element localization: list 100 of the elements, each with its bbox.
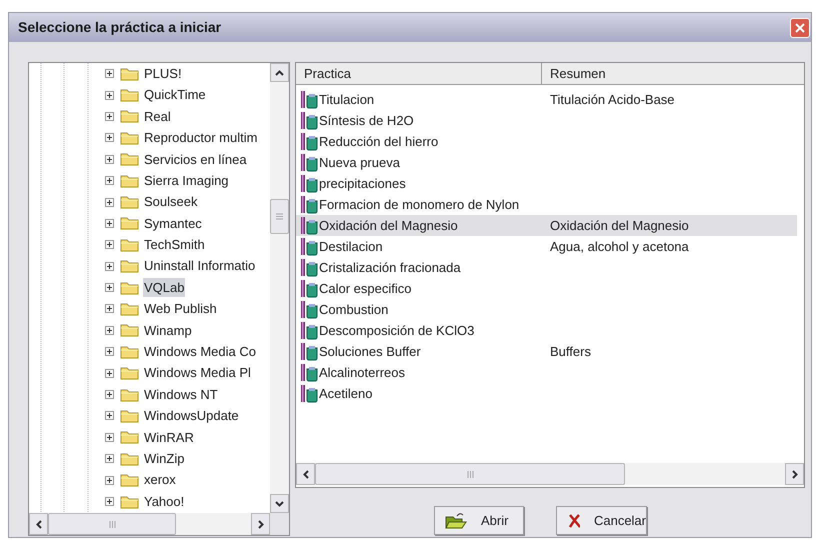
expand-toggle[interactable]: [105, 390, 114, 400]
practice-row[interactable]: Reducción del hierro: [296, 131, 797, 152]
folder-icon: [120, 130, 140, 146]
expand-toggle[interactable]: [105, 326, 114, 335]
open-folder-icon: [445, 512, 467, 530]
folder-item[interactable]: Reproductor multim: [143, 128, 258, 148]
practice-row[interactable]: Soluciones Buffer Buffers: [296, 341, 797, 362]
folder-icon: [120, 472, 140, 488]
expand-toggle[interactable]: [105, 154, 114, 164]
practice-name: Titulacion: [319, 90, 374, 109]
folder-item[interactable]: WinZip: [143, 448, 186, 468]
folder-icon: [120, 494, 140, 510]
practice-row[interactable]: Destilacion Agua, alcohol y acetona: [296, 236, 797, 257]
grip-icon: [108, 520, 116, 528]
folder-icon: [120, 322, 140, 338]
expand-toggle[interactable]: [105, 69, 114, 78]
close-button[interactable]: [790, 18, 810, 38]
plus-icon: [106, 70, 113, 78]
expand-toggle[interactable]: [105, 304, 114, 314]
practice-row[interactable]: Combustion: [296, 299, 797, 320]
column-header[interactable]: Resumen: [542, 63, 804, 84]
folder-item[interactable]: Web Publish: [143, 299, 218, 319]
scrollbar-thumb[interactable]: [48, 513, 176, 535]
practice-name: Síntesis de H2O: [319, 112, 414, 130]
plus-icon: [106, 348, 113, 356]
folder-item[interactable]: QuickTime: [143, 85, 207, 105]
expand-toggle[interactable]: [105, 240, 114, 250]
expand-toggle[interactable]: [105, 90, 114, 100]
practice-name: Calor especifico: [319, 280, 412, 298]
expand-toggle[interactable]: [105, 411, 114, 420]
lab-flask-icon: [299, 321, 319, 340]
plus-icon: [106, 134, 113, 142]
lab-flask-icon: [299, 174, 319, 193]
folder-item[interactable]: xerox: [143, 470, 177, 490]
expand-toggle[interactable]: [105, 198, 114, 207]
scroll-right-button[interactable]: [251, 513, 270, 535]
folder-item[interactable]: Windows Media Co: [143, 342, 257, 362]
expand-toggle[interactable]: [105, 497, 114, 506]
practice-name: Descomposición de KClO3: [319, 322, 474, 340]
expand-toggle[interactable]: [105, 262, 114, 271]
lab-flask-icon: [299, 216, 319, 235]
expand-toggle[interactable]: [105, 283, 114, 292]
folder-item[interactable]: Real: [143, 106, 172, 126]
folder-item[interactable]: Windows NT: [143, 384, 219, 404]
scroll-left-button[interactable]: [296, 463, 315, 485]
scrollbar-thumb[interactable]: [270, 199, 289, 234]
folder-item[interactable]: Windows Media Pl: [143, 363, 252, 383]
column-header[interactable]: Practica: [296, 63, 542, 84]
folder-item[interactable]: Winamp: [143, 320, 193, 340]
practice-summary: Oxidación del Magnesio: [549, 216, 689, 235]
expand-toggle[interactable]: [105, 432, 114, 442]
scroll-right-button[interactable]: [785, 463, 804, 485]
folder-icon: [120, 215, 140, 232]
practice-row[interactable]: Descomposición de KClO3: [296, 320, 797, 341]
folder-item[interactable]: PLUS!: [143, 64, 183, 84]
expand-toggle[interactable]: [105, 176, 114, 186]
lab-flask-icon: [299, 195, 319, 214]
lab-flask-icon: [299, 237, 319, 256]
practice-row[interactable]: Síntesis de H2O: [296, 110, 797, 131]
practice-row[interactable]: Nueva prueva: [296, 152, 797, 173]
expand-toggle[interactable]: [105, 454, 114, 464]
folder-item[interactable]: Uninstall Informatio: [143, 256, 256, 276]
scrollbar-corner: [270, 513, 289, 535]
expand-toggle[interactable]: [105, 133, 114, 142]
plus-icon: [106, 198, 113, 206]
folder-item[interactable]: WinRAR: [143, 428, 195, 448]
scroll-down-button[interactable]: [270, 494, 289, 513]
practice-row[interactable]: Cristalización fracionada: [296, 257, 797, 278]
practice-row[interactable]: Calor especifico: [296, 278, 797, 299]
practice-row[interactable]: Alcalinoterreos: [296, 362, 797, 383]
practice-name: Cristalización fracionada: [319, 258, 461, 277]
folder-item[interactable]: Yahoo!: [143, 492, 186, 512]
expand-toggle[interactable]: [105, 476, 114, 485]
open-button[interactable]: Abrir: [434, 506, 524, 535]
folder-item[interactable]: Soulseek: [143, 192, 198, 212]
folder-item[interactable]: WindowsUpdate: [143, 406, 240, 426]
expand-toggle[interactable]: [105, 218, 114, 228]
plus-icon: [106, 305, 113, 312]
plus-icon: [106, 262, 113, 270]
folder-item[interactable]: Symantec: [143, 214, 203, 234]
folder-icon: [120, 300, 140, 317]
cancel-button[interactable]: Cancelar: [556, 506, 647, 535]
expand-toggle[interactable]: [105, 112, 114, 121]
practice-row[interactable]: Acetileno: [296, 383, 797, 404]
practice-name: Reducción del hierro: [319, 132, 438, 151]
folder-item[interactable]: Servicios en línea: [143, 150, 248, 169]
practice-row[interactable]: Titulacion Titulación Acido-Base: [296, 89, 797, 110]
practice-row[interactable]: precipitaciones: [296, 173, 797, 194]
folder-item[interactable]: TechSmith: [143, 235, 206, 255]
scroll-left-button[interactable]: [29, 513, 48, 535]
folder-icon: [120, 408, 140, 424]
scroll-up-button[interactable]: [270, 63, 289, 82]
practice-row[interactable]: Formacion de monomero de Nylon: [296, 194, 797, 215]
folder-item[interactable]: Sierra Imaging: [143, 170, 230, 190]
folder-item[interactable]: VQLab: [143, 278, 186, 298]
expand-toggle[interactable]: [105, 347, 114, 356]
practice-row[interactable]: Oxidación del Magnesio Oxidación del Magnesio: [296, 215, 797, 236]
scrollbar-thumb[interactable]: [315, 463, 625, 485]
folder-icon: [120, 386, 140, 403]
expand-toggle[interactable]: [105, 368, 114, 378]
